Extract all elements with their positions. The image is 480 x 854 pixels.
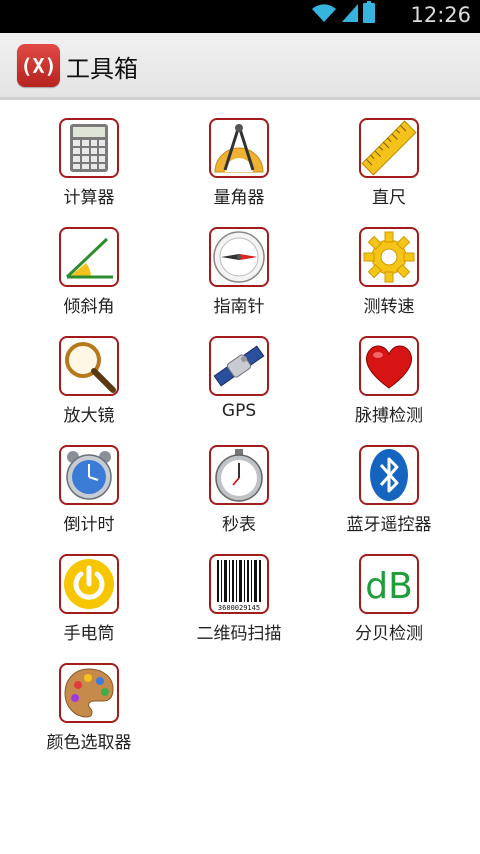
- tool-label: 脉搏检测: [355, 406, 423, 426]
- tool-rpm[interactable]: 测转速: [314, 227, 464, 336]
- stopwatch-icon: [209, 445, 269, 505]
- tool-grid: 计算器 量角器 直尺 倾斜角 指南针 测转速 放大镜 GPS 脉搏检测 倒计时 …: [14, 118, 464, 772]
- tool-label: 二维码扫描: [196, 624, 282, 644]
- tool-label: 倒计时: [63, 515, 115, 535]
- tool-label: GPS: [221, 401, 257, 421]
- palette-icon: [59, 663, 119, 723]
- tool-protractor[interactable]: 量角器: [164, 118, 314, 227]
- tool-label: 计算器: [63, 188, 115, 208]
- tool-label: 手电筒: [63, 624, 115, 644]
- tool-label: 分贝检测: [355, 624, 423, 644]
- decibel-text: dB: [365, 566, 413, 607]
- tool-calculator[interactable]: 计算器: [14, 118, 164, 227]
- decibel-icon: dB: [359, 554, 419, 614]
- tool-pulse[interactable]: 脉搏检测: [314, 336, 464, 445]
- tilt-angle-icon: [59, 227, 119, 287]
- tool-label: 量角器: [213, 188, 265, 208]
- gear-icon: [359, 227, 419, 287]
- tool-label: 倾斜角: [63, 297, 115, 317]
- tool-decibel[interactable]: dB 分贝检测: [314, 554, 464, 663]
- tool-color-picker[interactable]: 颜色选取器: [14, 663, 164, 772]
- tool-tilt-angle[interactable]: 倾斜角: [14, 227, 164, 336]
- power-icon: [59, 554, 119, 614]
- tool-label: 指南针: [213, 297, 265, 317]
- heart-icon: [359, 336, 419, 396]
- action-bar: (X) 工具箱: [0, 33, 480, 100]
- tool-flashlight[interactable]: 手电筒: [14, 554, 164, 663]
- compass-icon: [209, 227, 269, 287]
- status-icons: [311, 1, 375, 27]
- tool-compass[interactable]: 指南针: [164, 227, 314, 336]
- tool-label: 测转速: [363, 297, 415, 317]
- app-logo[interactable]: (X): [17, 44, 60, 87]
- alarm-clock-icon: [59, 445, 119, 505]
- tool-label: 放大镜: [63, 406, 115, 426]
- battery-icon: [363, 1, 375, 27]
- tool-label: 颜色选取器: [46, 733, 132, 753]
- signal-icon: [341, 3, 359, 27]
- tool-gps[interactable]: GPS: [164, 336, 314, 445]
- tool-bluetooth-remote[interactable]: 蓝牙遥控器: [314, 445, 464, 554]
- bluetooth-icon: [359, 445, 419, 505]
- tool-ruler[interactable]: 直尺: [314, 118, 464, 227]
- tool-label: 蓝牙遥控器: [346, 515, 432, 535]
- protractor-icon: [209, 118, 269, 178]
- tool-stopwatch[interactable]: 秒表: [164, 445, 314, 554]
- calculator-icon: [59, 118, 119, 178]
- barcode-icon: 3600029145: [209, 554, 269, 614]
- ruler-icon: [359, 118, 419, 178]
- barcode-digits: 3600029145: [218, 604, 260, 612]
- satellite-icon: [209, 336, 269, 396]
- tool-label: 秒表: [222, 515, 256, 535]
- tool-code-scanner[interactable]: 3600029145 二维码扫描: [164, 554, 314, 663]
- status-time: 12:26: [410, 3, 471, 27]
- status-bar: 12:26: [0, 0, 480, 33]
- app-title: 工具箱: [66, 55, 138, 83]
- tool-countdown[interactable]: 倒计时: [14, 445, 164, 554]
- tool-magnifier[interactable]: 放大镜: [14, 336, 164, 445]
- tool-label: 直尺: [372, 188, 406, 208]
- wifi-icon: [311, 3, 337, 27]
- magnifier-icon: [59, 336, 119, 396]
